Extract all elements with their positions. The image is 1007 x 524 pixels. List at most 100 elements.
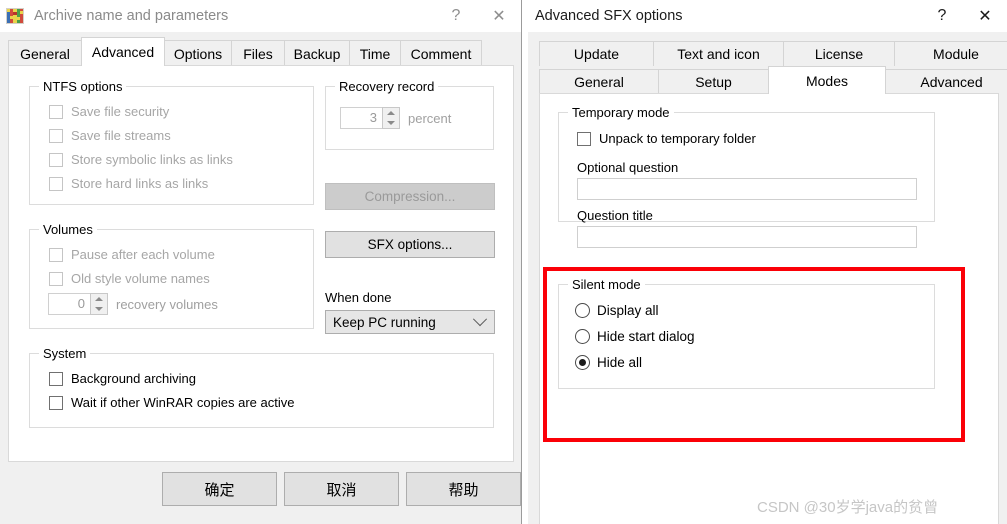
left-titlebar: Archive name and parameters ? ✕ bbox=[0, 0, 521, 32]
checkbox-label: Store hard links as links bbox=[71, 176, 209, 191]
checkbox-box bbox=[49, 271, 63, 286]
volumes-group: Volumes Pause after each volume Old styl… bbox=[29, 222, 314, 329]
tab-setup[interactable]: Setup bbox=[658, 69, 769, 94]
optional-question-label: Optional question bbox=[577, 160, 679, 175]
when-done-select[interactable]: Keep PC running bbox=[325, 310, 495, 334]
tab-files[interactable]: Files bbox=[231, 40, 285, 66]
right-dialog-title: Advanced SFX options bbox=[535, 8, 683, 24]
temporary-mode-title: Temporary mode bbox=[568, 105, 674, 120]
recovery-record-title: Recovery record bbox=[335, 79, 439, 94]
volumes-title: Volumes bbox=[39, 222, 97, 237]
checkbox-store-hard-links[interactable]: Store hard links as links bbox=[49, 176, 208, 191]
tab-text-and-icon[interactable]: Text and icon bbox=[653, 41, 784, 66]
recovery-record-stepper[interactable]: 3 percent bbox=[340, 107, 451, 129]
sfx-options-button[interactable]: SFX options... bbox=[325, 231, 495, 258]
left-dialog-button-bar: 确定 取消 帮助 bbox=[0, 462, 522, 524]
checkbox-label: Store symbolic links as links bbox=[71, 152, 233, 167]
radio-circle bbox=[575, 303, 590, 318]
tab-advanced[interactable]: Advanced bbox=[81, 37, 165, 66]
checkbox-old-style-volume-names[interactable]: Old style volume names bbox=[49, 271, 210, 286]
tab-modes[interactable]: Modes bbox=[768, 66, 886, 94]
temporary-mode-group: Temporary mode Unpack to temporary folde… bbox=[558, 105, 935, 248]
recovery-volumes-stepper[interactable]: 0 recovery volumes bbox=[48, 293, 218, 315]
left-dialog-title: Archive name and parameters bbox=[34, 8, 229, 24]
tab-comment[interactable]: Comment bbox=[400, 40, 482, 66]
winrar-books-icon bbox=[6, 7, 24, 25]
checkbox-save-file-streams[interactable]: Save file streams bbox=[49, 128, 171, 143]
ok-button[interactable]: 确定 bbox=[162, 472, 277, 506]
tab-general[interactable]: General bbox=[8, 40, 82, 66]
radio-hide-all[interactable]: Hide all bbox=[575, 355, 642, 370]
close-icon[interactable]: ✕ bbox=[963, 1, 1007, 32]
tab-time[interactable]: Time bbox=[349, 40, 401, 66]
radio-label: Display all bbox=[597, 303, 659, 318]
tab-backup[interactable]: Backup bbox=[284, 40, 350, 66]
left-tabstrip: General Advanced Options Files Backup Ti… bbox=[8, 37, 482, 66]
modes-tab-panel: Temporary mode Unpack to temporary folde… bbox=[539, 93, 999, 524]
recovery-record-suffix: percent bbox=[408, 110, 452, 126]
help-button[interactable]: 帮助 bbox=[406, 472, 521, 506]
when-done-label: When done bbox=[325, 290, 392, 305]
checkbox-store-symbolic-links[interactable]: Store symbolic links as links bbox=[49, 152, 233, 167]
tab-options[interactable]: Options bbox=[164, 40, 232, 66]
checkbox-pause-after-each-volume[interactable]: Pause after each volume bbox=[49, 247, 215, 262]
help-icon[interactable]: ? bbox=[921, 1, 963, 32]
chevron-down-icon bbox=[472, 312, 488, 327]
spin-up-icon[interactable] bbox=[91, 294, 107, 304]
archive-parameters-dialog: Archive name and parameters ? ✕ General … bbox=[0, 0, 522, 524]
tab-license[interactable]: License bbox=[783, 41, 895, 66]
recovery-record-input[interactable]: 3 bbox=[340, 107, 382, 129]
help-icon[interactable]: ? bbox=[435, 1, 477, 32]
checkbox-box bbox=[49, 247, 63, 262]
checkbox-save-file-security[interactable]: Save file security bbox=[49, 104, 169, 119]
radio-label: Hide start dialog bbox=[597, 329, 695, 344]
right-tabstrip-top-row: Update Text and icon License Module bbox=[539, 41, 1007, 66]
tab-module[interactable]: Module bbox=[894, 41, 1007, 66]
checkbox-label: Save file streams bbox=[71, 128, 171, 143]
checkbox-label: Unpack to temporary folder bbox=[599, 131, 756, 146]
checkbox-wait-if-other-winrar-copies[interactable]: Wait if other WinRAR copies are active bbox=[49, 395, 294, 410]
ntfs-options-title: NTFS options bbox=[39, 79, 127, 94]
radio-display-all[interactable]: Display all bbox=[575, 303, 659, 318]
system-group: System Background archiving Wait if othe… bbox=[29, 346, 494, 428]
checkbox-label: Old style volume names bbox=[71, 271, 210, 286]
question-title-label: Question title bbox=[577, 208, 653, 223]
checkbox-label: Background archiving bbox=[71, 371, 197, 386]
recovery-volumes-input[interactable]: 0 bbox=[48, 293, 90, 315]
checkbox-box bbox=[49, 152, 63, 167]
recovery-volumes-suffix: recovery volumes bbox=[116, 296, 218, 312]
tab-advanced[interactable]: Advanced bbox=[885, 69, 1007, 94]
recovery-record-spin-buttons[interactable] bbox=[382, 107, 400, 129]
spin-down-icon[interactable] bbox=[383, 118, 399, 128]
checkbox-box bbox=[49, 395, 63, 410]
system-title: System bbox=[39, 346, 91, 361]
checkbox-unpack-to-temporary-folder[interactable]: Unpack to temporary folder bbox=[577, 131, 756, 146]
spin-up-icon[interactable] bbox=[383, 108, 399, 118]
checkbox-box bbox=[49, 176, 63, 191]
spin-down-icon[interactable] bbox=[91, 304, 107, 314]
radio-hide-start-dialog[interactable]: Hide start dialog bbox=[575, 329, 695, 344]
tab-update[interactable]: Update bbox=[539, 41, 654, 66]
close-icon[interactable]: ✕ bbox=[477, 1, 521, 32]
radio-circle bbox=[575, 355, 590, 370]
checkbox-box bbox=[577, 131, 591, 146]
checkbox-background-archiving[interactable]: Background archiving bbox=[49, 371, 196, 386]
radio-label: Hide all bbox=[597, 355, 643, 370]
checkbox-label: Save file security bbox=[71, 104, 170, 119]
csdn-watermark: CSDN @30岁学java的贫曾 bbox=[757, 499, 939, 516]
checkbox-box bbox=[49, 371, 63, 386]
checkbox-box bbox=[49, 128, 63, 143]
checkbox-box bbox=[49, 104, 63, 119]
silent-mode-title: Silent mode bbox=[568, 277, 645, 292]
checkbox-label: Wait if other WinRAR copies are active bbox=[71, 395, 295, 410]
compression-button[interactable]: Compression... bbox=[325, 183, 495, 210]
cancel-button[interactable]: 取消 bbox=[284, 472, 399, 506]
when-done-value: Keep PC running bbox=[333, 314, 436, 330]
optional-question-input[interactable] bbox=[577, 178, 917, 200]
right-tabstrip-bottom-row: General Setup Modes Advanced bbox=[539, 66, 1007, 94]
silent-mode-group: Silent mode Display all Hide start dialo… bbox=[558, 277, 935, 389]
advanced-tab-panel: NTFS options Save file security Save fil… bbox=[8, 65, 514, 462]
question-title-input[interactable] bbox=[577, 226, 917, 248]
tab-general[interactable]: General bbox=[539, 69, 659, 94]
recovery-volumes-spin-buttons[interactable] bbox=[90, 293, 108, 315]
